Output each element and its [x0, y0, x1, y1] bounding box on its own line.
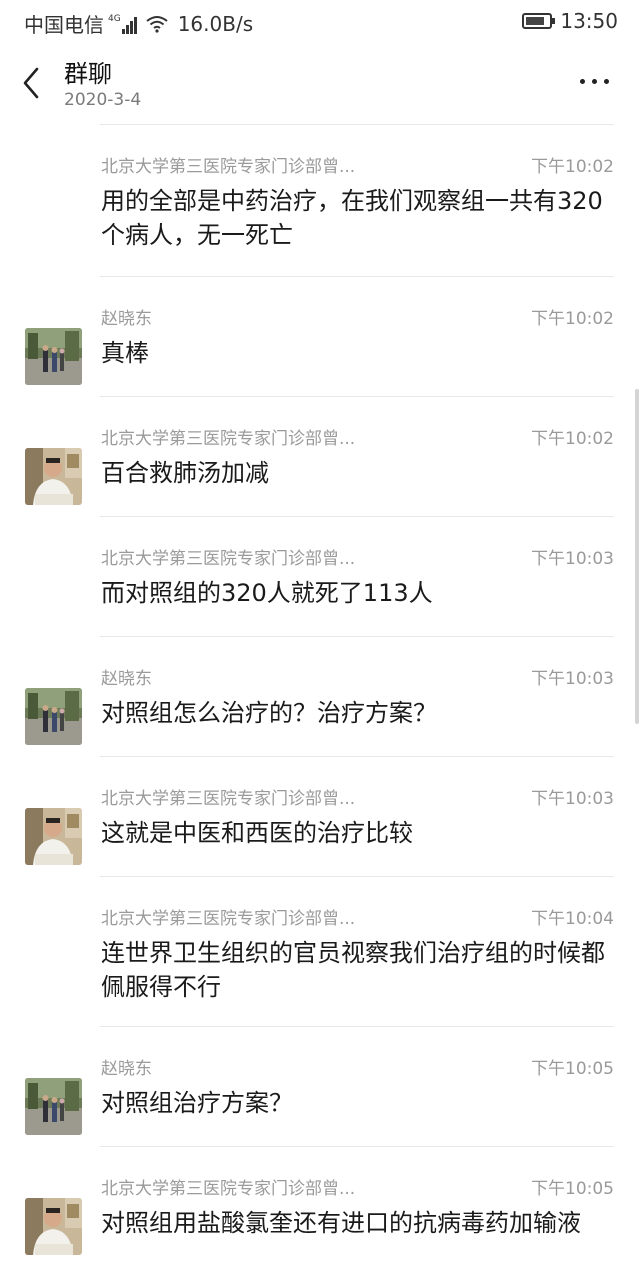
divider — [100, 1146, 614, 1147]
divider — [100, 396, 614, 397]
message-text: 真棒 — [101, 339, 149, 367]
page-subtitle: 2020-3-4 — [64, 90, 142, 110]
avatar[interactable] — [25, 808, 82, 865]
message-sender: 北京大学第三医院专家门诊部曾... — [101, 909, 356, 929]
battery-icon — [522, 13, 556, 29]
more-icon[interactable] — [580, 72, 610, 92]
avatar-street-photo — [25, 328, 82, 385]
message-time: 下午10:05 — [531, 1059, 614, 1079]
message-text: 而对照组的320人就死了113人 — [101, 579, 433, 607]
message-item[interactable]: 北京大学第三医院专家门诊部曾... 下午10:03 而对照组的320人就死了113人 — [0, 516, 640, 636]
message-sender: 北京大学第三医院专家门诊部曾... — [101, 1179, 356, 1199]
message-item[interactable]: 北京大学第三医院专家门诊部曾... 下午10:02 百合救肺汤加减 — [0, 396, 640, 516]
message-time: 下午10:03 — [531, 549, 614, 569]
message-sender: 北京大学第三医院专家门诊部曾... — [101, 429, 356, 449]
message-sender: 赵晓东 — [101, 669, 152, 689]
message-item[interactable]: 赵晓东 下午10:03 对照组怎么治疗的？治疗方案？ — [0, 636, 640, 756]
message-sender: 赵晓东 — [101, 309, 152, 329]
divider — [100, 1026, 614, 1027]
message-item[interactable]: 北京大学第三医院专家门诊部曾... 下午10:05 对照组用盐酸氯奎还有进口的抗病毒… — [0, 1146, 640, 1266]
message-time: 下午10:05 — [531, 1179, 614, 1199]
nav-bar: 群聊 2020-3-4 — [0, 44, 640, 124]
avatar[interactable] — [25, 688, 82, 745]
message-time: 下午10:02 — [531, 157, 614, 177]
message-text: 这就是中医和西医的治疗比较 — [101, 819, 413, 847]
chevron-left-icon[interactable] — [20, 66, 44, 100]
network-speed: 16.0B/s — [177, 11, 254, 36]
message-sender: 北京大学第三医院专家门诊部曾... — [101, 549, 356, 569]
divider — [100, 876, 614, 877]
message-item[interactable]: 北京大学第三医院专家门诊部曾... 下午10:02 用的全部是中药治疗，在我们观察组… — [0, 124, 640, 274]
message-sender: 北京大学第三医院专家门诊部曾... — [101, 789, 356, 809]
divider — [100, 124, 614, 125]
message-time: 下午10:03 — [531, 789, 614, 809]
divider — [100, 756, 614, 757]
clock: 13:50 — [560, 9, 618, 33]
message-sender: 北京大学第三医院专家门诊部曾... — [101, 157, 356, 177]
avatar-man-photo — [25, 808, 82, 865]
page-title: 群聊 — [64, 60, 112, 88]
message-item[interactable]: 北京大学第三医院专家门诊部曾... 下午10:04 连世界卫生组织的官员视察我们治疗… — [0, 876, 640, 1026]
status-right: 13:50 — [522, 9, 618, 33]
message-time: 下午10:03 — [531, 669, 614, 689]
avatar[interactable] — [25, 328, 82, 385]
avatar-street-photo — [25, 1078, 82, 1135]
status-left: 中国电信 4G 16.0B/s — [24, 9, 253, 38]
avatar[interactable] — [25, 1078, 82, 1135]
avatar[interactable] — [25, 1198, 82, 1255]
avatar-man-photo — [25, 1198, 82, 1255]
message-text: 对照组怎么治疗的？治疗方案？ — [101, 699, 437, 727]
message-text: 用的全部是中药治疗，在我们观察组一共有320个病人，无一死亡 — [101, 187, 603, 249]
signal-icon: 4G — [108, 14, 138, 34]
avatar-street-photo — [25, 688, 82, 745]
message-text: 百合救肺汤加减 — [101, 459, 269, 487]
message-item[interactable]: 赵晓东 下午10:02 真棒 — [0, 276, 640, 396]
message-text: 连世界卫生组织的官员视察我们治疗组的时候都佩服得不行 — [101, 939, 605, 1001]
avatar[interactable] — [25, 448, 82, 505]
message-time: 下午10:04 — [531, 909, 614, 929]
carrier-label: 中国电信 — [24, 13, 104, 37]
divider — [100, 636, 614, 637]
divider — [100, 276, 614, 277]
status-bar: 中国电信 4G 16.0B/s 13:50 — [0, 0, 640, 44]
message-text: 对照组用盐酸氯奎还有进口的抗病毒药加输液 — [101, 1209, 581, 1237]
message-item[interactable]: 赵晓东 下午10:05 对照组治疗方案？ — [0, 1026, 640, 1146]
message-sender: 赵晓东 — [101, 1059, 152, 1079]
message-text: 对照组治疗方案？ — [101, 1089, 293, 1117]
message-list[interactable]: 北京大学第三医院专家门诊部曾... 下午10:02 用的全部是中药治疗，在我们观察组… — [0, 124, 640, 1280]
message-time: 下午10:02 — [531, 309, 614, 329]
divider — [100, 516, 614, 517]
avatar-man-photo — [25, 448, 82, 505]
message-item[interactable]: 北京大学第三医院专家门诊部曾... 下午10:03 这就是中医和西医的治疗比较 — [0, 756, 640, 876]
wifi-icon — [146, 15, 168, 33]
message-time: 下午10:02 — [531, 429, 614, 449]
network-type: 4G — [108, 13, 121, 24]
